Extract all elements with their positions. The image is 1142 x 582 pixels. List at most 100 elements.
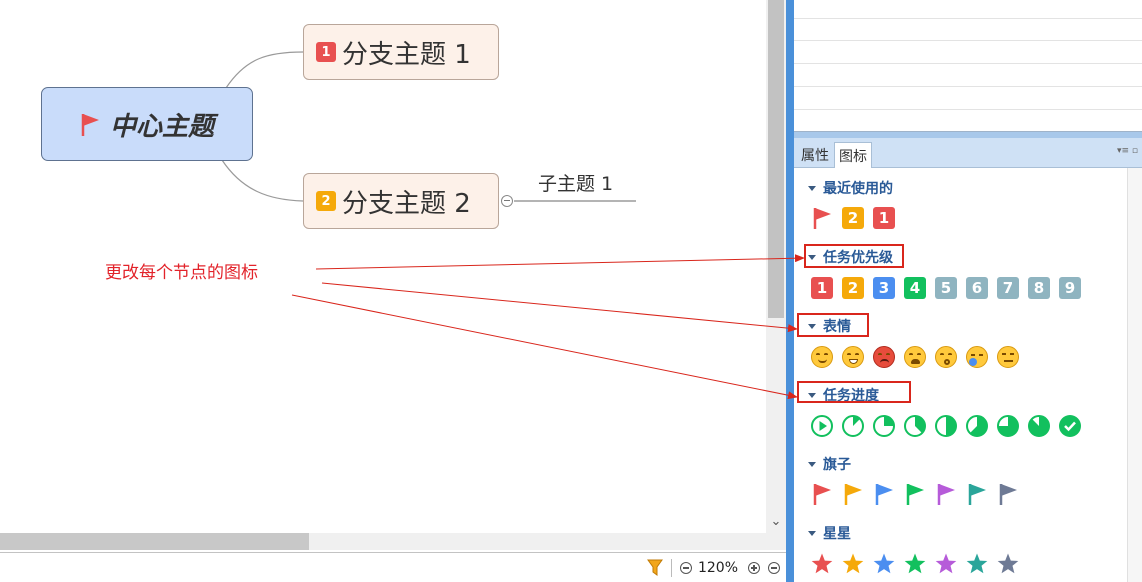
progress-1-8-icon[interactable] bbox=[841, 414, 865, 438]
emotion-icons-row bbox=[810, 345, 1027, 369]
highlight-progress bbox=[797, 381, 911, 403]
star-icon-1[interactable] bbox=[810, 552, 834, 576]
outline-row bbox=[794, 109, 1142, 110]
flag-icon-7[interactable] bbox=[996, 482, 1020, 506]
priority-6-icon[interactable]: 6 bbox=[965, 276, 989, 300]
priority-1-icon[interactable]: 1 bbox=[872, 206, 896, 230]
section-recent-title: 最近使用的 bbox=[823, 181, 893, 197]
neutral-icon[interactable] bbox=[996, 345, 1020, 369]
expand-triangle-icon bbox=[808, 461, 816, 467]
collapse-toggle-button[interactable] bbox=[501, 195, 513, 207]
progress-5-8-icon[interactable] bbox=[965, 414, 989, 438]
cry-icon[interactable] bbox=[903, 345, 927, 369]
outline-row bbox=[794, 63, 1142, 64]
star-icon-6[interactable] bbox=[965, 552, 989, 576]
progress-4-8-icon[interactable] bbox=[934, 414, 958, 438]
branch-topic-2-label: 分支主题 2 bbox=[342, 188, 471, 219]
tab-icons[interactable]: 图标 bbox=[834, 142, 872, 168]
priority-1-icon: 1 bbox=[316, 42, 336, 62]
progress-start-icon[interactable] bbox=[810, 414, 834, 438]
outline-pane bbox=[794, 0, 1142, 132]
star-icon-5[interactable] bbox=[934, 552, 958, 576]
subtopic-1[interactable]: 子主题 1 bbox=[538, 169, 613, 196]
status-separator bbox=[670, 558, 672, 577]
highlight-priority bbox=[804, 244, 904, 268]
scroll-down-icon[interactable]: ⌄ bbox=[766, 511, 786, 531]
central-topic-label: 中心主题 bbox=[109, 111, 214, 142]
angry-icon[interactable] bbox=[872, 345, 896, 369]
expand-triangle-icon bbox=[808, 185, 816, 191]
section-flags[interactable]: 旗子 bbox=[808, 454, 851, 474]
section-recent[interactable]: 最近使用的 bbox=[808, 178, 893, 198]
flag-icon-3[interactable] bbox=[872, 482, 896, 506]
zoom-out-button[interactable] bbox=[679, 561, 692, 574]
priority-8-icon[interactable]: 8 bbox=[1027, 276, 1051, 300]
star-icon-4[interactable] bbox=[903, 552, 927, 576]
expand-triangle-icon bbox=[808, 530, 816, 536]
tab-properties[interactable]: 属性 bbox=[797, 142, 833, 168]
priority-9-icon[interactable]: 9 bbox=[1058, 276, 1082, 300]
branch-topic-1[interactable]: 1 分支主题 1 bbox=[303, 24, 499, 80]
highlight-emotion bbox=[797, 313, 869, 337]
flag-icon-5[interactable] bbox=[934, 482, 958, 506]
outline-row bbox=[794, 40, 1142, 41]
progress-icons-row bbox=[810, 414, 1089, 438]
flag-icon-1[interactable] bbox=[810, 482, 834, 506]
app-window: 中心主题 1 分支主题 1 2 分支主题 2 子主题 1 更改每个节点的图标 ⌄… bbox=[0, 0, 1142, 582]
progress-2-8-icon[interactable] bbox=[872, 414, 896, 438]
flag-icon-6[interactable] bbox=[965, 482, 989, 506]
sleep-icon[interactable] bbox=[965, 345, 989, 369]
priority-1-icon[interactable]: 1 bbox=[810, 276, 834, 300]
annotation-text: 更改每个节点的图标 bbox=[105, 263, 258, 283]
vertical-scrollbar[interactable] bbox=[766, 0, 786, 533]
star-icon-2[interactable] bbox=[841, 552, 865, 576]
icon-panel: 最近使用的 2 1 任务优先级 123456789 表情 任务进度 旗子 星星 bbox=[794, 168, 1142, 582]
smile-icon[interactable] bbox=[810, 345, 834, 369]
priority-7-icon[interactable]: 7 bbox=[996, 276, 1020, 300]
panel-menu-icon[interactable]: ▾≡ ▫ bbox=[1117, 146, 1138, 156]
red-flag-icon[interactable] bbox=[810, 206, 834, 230]
grin-icon[interactable] bbox=[841, 345, 865, 369]
priority-2-icon[interactable]: 2 bbox=[841, 276, 865, 300]
priority-icons-row: 123456789 bbox=[810, 276, 1089, 300]
shock-icon[interactable] bbox=[934, 345, 958, 369]
recent-icons-row: 2 1 bbox=[810, 206, 903, 230]
star-icon-7[interactable] bbox=[996, 552, 1020, 576]
mindmap-canvas[interactable]: 中心主题 1 分支主题 1 2 分支主题 2 子主题 1 更改每个节点的图标 bbox=[0, 0, 766, 533]
priority-5-icon[interactable]: 5 bbox=[934, 276, 958, 300]
star-icons-row bbox=[810, 552, 1027, 576]
status-bar: 120% bbox=[0, 552, 786, 582]
flag-icons-row bbox=[810, 482, 1027, 506]
progress-3-8-icon[interactable] bbox=[903, 414, 927, 438]
progress-done-icon[interactable] bbox=[1058, 414, 1082, 438]
progress-6-8-icon[interactable] bbox=[996, 414, 1020, 438]
outline-row bbox=[794, 18, 1142, 19]
progress-7-8-icon[interactable] bbox=[1027, 414, 1051, 438]
section-flags-title: 旗子 bbox=[823, 457, 851, 473]
flag-icon-2[interactable] bbox=[841, 482, 865, 506]
zoom-in-button[interactable] bbox=[748, 561, 760, 574]
filter-icon[interactable] bbox=[646, 559, 663, 577]
horizontal-scroll-thumb[interactable] bbox=[0, 533, 309, 550]
panel-divider[interactable] bbox=[786, 0, 794, 582]
priority-4-icon[interactable]: 4 bbox=[903, 276, 927, 300]
branch-topic-1-label: 分支主题 1 bbox=[342, 39, 471, 70]
star-icon-3[interactable] bbox=[872, 552, 896, 576]
vertical-scroll-thumb[interactable] bbox=[768, 0, 784, 318]
outline-row bbox=[794, 86, 1142, 87]
panel-tabs: 属性 图标 ▾≡ ▫ bbox=[794, 138, 1142, 168]
horizontal-scrollbar[interactable] bbox=[0, 533, 786, 550]
branch-topic-2[interactable]: 2 分支主题 2 bbox=[303, 173, 499, 229]
section-stars-title: 星星 bbox=[823, 526, 851, 542]
central-topic[interactable]: 中心主题 bbox=[41, 87, 253, 161]
section-stars[interactable]: 星星 bbox=[808, 523, 851, 543]
side-panel: 属性 图标 ▾≡ ▫ 最近使用的 2 1 任务优先级 1 2 3 4 5 6 7… bbox=[794, 0, 1142, 582]
red-flag-icon bbox=[81, 114, 99, 136]
priority-2-icon: 2 bbox=[316, 191, 336, 211]
icon-panel-scrollbar[interactable] bbox=[1127, 168, 1142, 582]
zoom-reset-button[interactable] bbox=[768, 561, 780, 574]
priority-3-icon[interactable]: 3 bbox=[872, 276, 896, 300]
flag-icon-4[interactable] bbox=[903, 482, 927, 506]
zoom-level: 120% bbox=[697, 559, 738, 576]
priority-2-icon[interactable]: 2 bbox=[841, 206, 865, 230]
